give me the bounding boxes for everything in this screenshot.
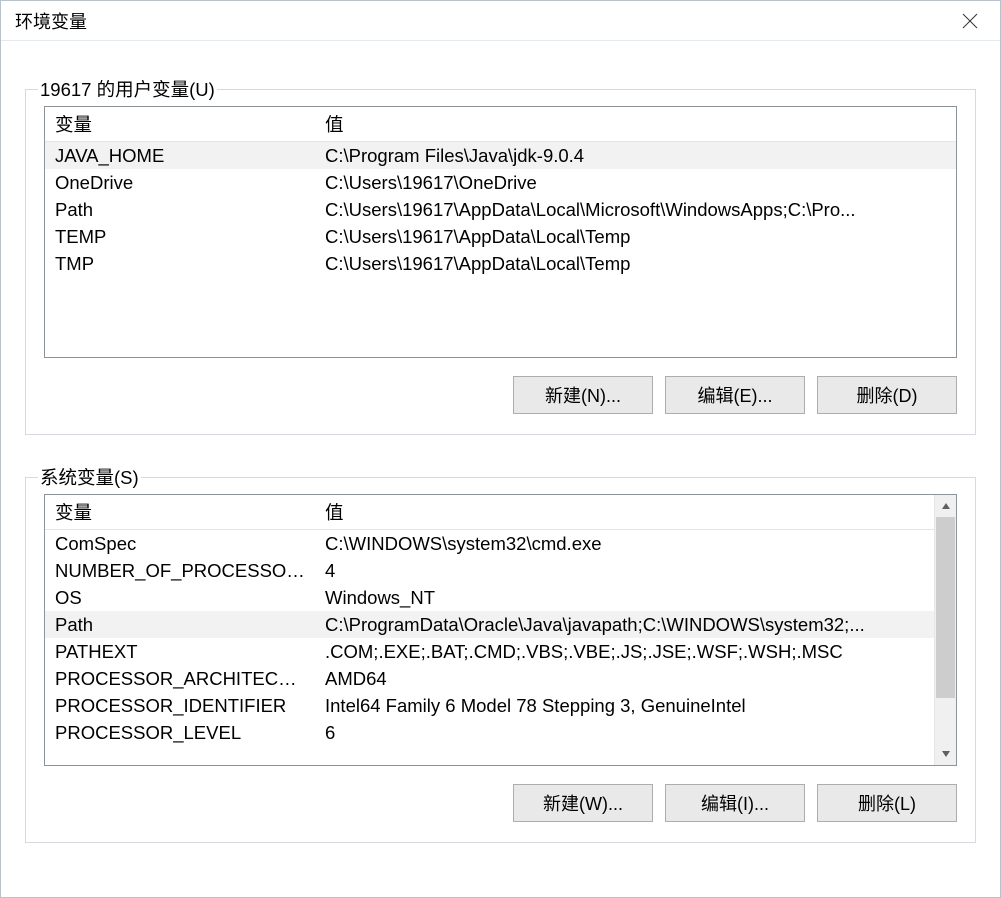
variable-name-cell[interactable]: OS [45,584,315,611]
scroll-up-icon[interactable] [935,495,956,517]
system-variables-list[interactable]: 变量 值 ComSpecC:\WINDOWS\system32\cmd.exeN… [44,494,957,766]
user-variables-label: 19617 的用户变量(U) [38,76,217,102]
variable-name-cell[interactable]: ComSpec [45,530,315,557]
system-edit-button[interactable]: 编辑(I)... [665,784,805,822]
user-edit-button[interactable]: 编辑(E)... [665,376,805,414]
variable-value-cell[interactable]: C:\Users\19617\AppData\Local\Temp [315,223,956,250]
column-header-value[interactable]: 值 [315,107,956,142]
variable-value-cell[interactable]: AMD64 [315,665,934,692]
variable-value-cell[interactable]: C:\Program Files\Java\jdk-9.0.4 [315,142,956,169]
system-delete-button[interactable]: 删除(L) [817,784,957,822]
system-new-button[interactable]: 新建(W)... [513,784,653,822]
user-variables-buttons: 新建(N)... 编辑(E)... 删除(D) [44,376,957,414]
user-new-button[interactable]: 新建(N)... [513,376,653,414]
variable-name-cell[interactable]: NUMBER_OF_PROCESSORS [45,557,315,584]
user-delete-button[interactable]: 删除(D) [817,376,957,414]
variable-name-cell[interactable]: TEMP [45,223,315,250]
scrollbar-thumb[interactable] [936,517,955,698]
dialog-body: 19617 的用户变量(U) 变量 值 JAVA_HOMEC:\Program … [1,41,1000,863]
variable-value-cell[interactable]: C:\WINDOWS\system32\cmd.exe [315,530,934,557]
variable-name-cell[interactable]: PATHEXT [45,638,315,665]
variable-value-cell[interactable]: C:\Users\19617\AppData\Local\Temp [315,250,956,277]
variable-value-cell[interactable]: .COM;.EXE;.BAT;.CMD;.VBS;.VBE;.JS;.JSE;.… [315,638,934,665]
system-variables-label: 系统变量(S) [38,464,141,490]
variable-name-cell[interactable]: Path [45,611,315,638]
variable-value-cell[interactable]: C:\ProgramData\Oracle\Java\javapath;C:\W… [315,611,934,638]
variable-name-cell[interactable]: JAVA_HOME [45,142,315,169]
user-variables-list[interactable]: 变量 值 JAVA_HOMEC:\Program Files\Java\jdk-… [44,106,957,358]
variable-name-cell[interactable]: Path [45,196,315,223]
environment-variables-dialog: 环境变量 19617 的用户变量(U) 变量 值 JAVA_HOMEC:\Pro… [0,0,1001,898]
variable-value-cell[interactable]: 6 [315,719,934,746]
system-variables-group: 系统变量(S) 变量 值 ComSpecC:\WINDOWS\system32\… [25,477,976,843]
variable-name-cell[interactable]: PROCESSOR_LEVEL [45,719,315,746]
variable-value-cell[interactable]: Intel64 Family 6 Model 78 Stepping 3, Ge… [315,692,934,719]
scrollbar[interactable] [934,495,956,765]
scrollbar-track[interactable] [935,517,956,743]
window-title: 环境变量 [15,8,87,34]
column-header-name[interactable]: 变量 [45,495,315,530]
variable-value-cell[interactable]: C:\Users\19617\OneDrive [315,169,956,196]
close-icon[interactable] [940,1,1000,40]
variable-value-cell[interactable]: C:\Users\19617\AppData\Local\Microsoft\W… [315,196,956,223]
column-header-name[interactable]: 变量 [45,107,315,142]
column-header-value[interactable]: 值 [315,495,934,530]
user-variables-group: 19617 的用户变量(U) 变量 值 JAVA_HOMEC:\Program … [25,89,976,435]
scroll-down-icon[interactable] [935,743,956,765]
variable-name-cell[interactable]: TMP [45,250,315,277]
variable-name-cell[interactable]: PROCESSOR_IDENTIFIER [45,692,315,719]
variable-name-cell[interactable]: PROCESSOR_ARCHITECTU... [45,665,315,692]
system-variables-buttons: 新建(W)... 编辑(I)... 删除(L) [44,784,957,822]
variable-name-cell[interactable]: OneDrive [45,169,315,196]
variable-value-cell[interactable]: 4 [315,557,934,584]
variable-value-cell[interactable]: Windows_NT [315,584,934,611]
titlebar: 环境变量 [1,1,1000,41]
